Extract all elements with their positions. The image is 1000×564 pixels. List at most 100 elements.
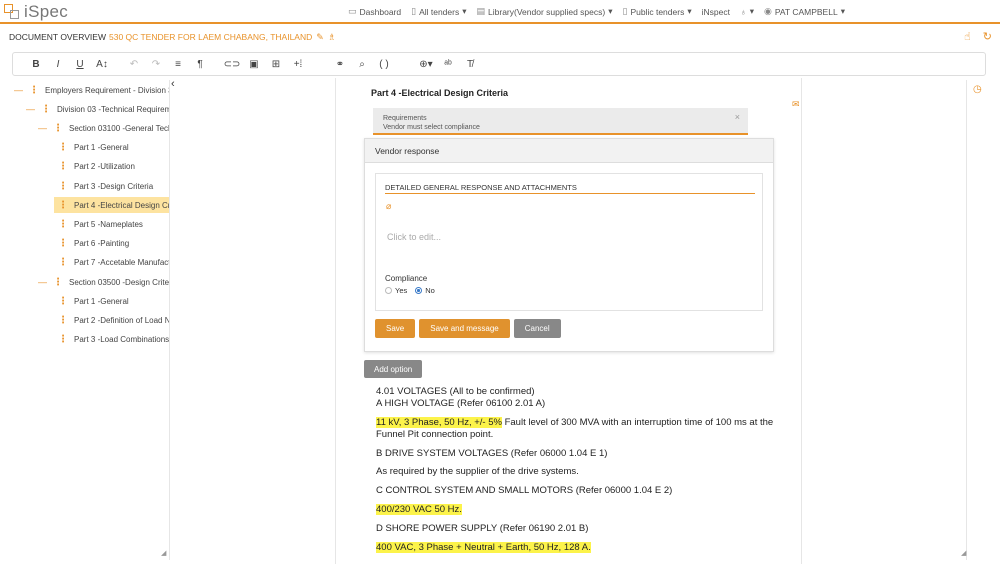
tree-item[interactable]: ⋮ Part 6 -Painting — [58, 236, 129, 252]
font-size-button[interactable]: A↕ — [91, 59, 113, 70]
caret-down-icon: ▾ — [749, 6, 754, 16]
nav-notifications[interactable]: ♁ ▾ — [740, 6, 754, 17]
file-icon: ▯ — [411, 6, 417, 16]
nav-user-menu[interactable]: ◉ PAT CAMPBELL ▾ — [764, 6, 845, 17]
nav-library[interactable]: ▤ Library(Vendor supplied specs) ▾ — [477, 6, 613, 17]
tree-item-label: Part 4 -Electrical Design Criteria — [74, 200, 170, 210]
radio-yes-circle[interactable] — [385, 287, 392, 294]
bold-button[interactable]: B — [25, 59, 47, 70]
drag-handle-icon[interactable]: ⋮ — [53, 277, 63, 288]
undo-button[interactable]: ↶ — [123, 59, 145, 70]
nav-all-tenders[interactable]: ▯ All tenders ▾ — [411, 6, 466, 17]
tree-item[interactable]: — ⋮ Section 03500 -Design Criteria — [38, 274, 170, 290]
nav-public-tenders[interactable]: ▯ Public tenders ▾ — [623, 6, 692, 17]
tree-item-label: Section 03500 -Design Criteria — [69, 277, 170, 287]
save-and-message-button[interactable]: Save and message — [419, 319, 510, 338]
save-button[interactable]: Save — [375, 319, 416, 338]
tree-item-label: Section 03100 -General Technical — [69, 123, 169, 133]
resize-handle-icon[interactable]: ◢ — [961, 549, 966, 557]
tree-item[interactable]: ⋮ Part 5 -Nameplates — [58, 216, 143, 232]
drag-handle-icon[interactable]: ⋮ — [58, 161, 68, 172]
collapse-toggle-icon[interactable]: — — [26, 104, 35, 114]
collapse-toggle-icon[interactable]: — — [38, 277, 47, 287]
highlighted-text: 400/230 VAC 50 Hz. — [376, 504, 462, 516]
clock-icon[interactable]: ◷ — [973, 84, 982, 95]
tree-item[interactable]: ⋮ Part 3 -Design Criteria — [58, 178, 153, 194]
drag-handle-icon[interactable]: ⋮ — [58, 296, 68, 307]
collapse-tree-icon[interactable]: ‹ — [171, 78, 175, 90]
tree-item[interactable]: — ⋮ Division 03 -Technical Requirements — [26, 101, 169, 117]
requirements-note: Vendor must select compliance — [383, 124, 480, 132]
hyperlink-icon[interactable]: ⚭ — [329, 59, 351, 70]
drag-handle-icon[interactable]: ⋮ — [58, 257, 68, 268]
add-option-button[interactable]: Add option — [364, 360, 423, 378]
tree-item[interactable]: — ⋮ Section 03100 -General Technical — [38, 120, 169, 136]
tree-item[interactable]: ⋮ Part 4 -Electrical Design Criteria — [54, 197, 170, 214]
paragraph-button[interactable]: ¶ — [189, 59, 211, 70]
cancel-button[interactable]: Cancel — [513, 319, 561, 338]
image-button[interactable]: ▣ — [243, 59, 265, 70]
part-title: Part 4 -Electrical Design Criteria — [371, 88, 509, 98]
nav-inspect[interactable]: iNspect — [702, 6, 730, 17]
spellcheck-button[interactable]: ᵃᵇ — [437, 59, 459, 70]
collapse-toggle-icon[interactable]: — — [38, 123, 47, 133]
drag-handle-icon[interactable]: ⋮ — [58, 315, 68, 326]
tree-item[interactable]: — ⋮ Employers Requirement - Division 3 - — [14, 82, 170, 98]
radio-no-circle[interactable] — [415, 287, 423, 294]
tree-item[interactable]: ⋮ Part 1 -General — [58, 293, 129, 309]
code-view-button[interactable]: ( ) — [373, 59, 395, 70]
thumbs-up-icon[interactable]: ☝ — [964, 30, 971, 43]
drag-handle-icon[interactable]: ⋮ — [58, 219, 68, 230]
tree-item-label: Part 7 -Accetable Manufacturers — [74, 258, 169, 268]
spec-paragraph: B DRIVE SYSTEM VOLTAGES (Refer 06000 1.0… — [376, 447, 608, 459]
refresh-icon[interactable]: ↻ — [983, 30, 992, 43]
edit-icon[interactable]: ✎ — [316, 32, 324, 43]
caret-down-icon: ▾ — [840, 6, 845, 16]
person-walking-icon[interactable]: ♗ — [328, 32, 336, 43]
drag-handle-icon[interactable]: ⋮ — [41, 104, 51, 115]
app-logo[interactable]: iSpec — [4, 2, 68, 22]
tree-item[interactable]: ⋮ Part 1 -General — [58, 140, 129, 156]
paperclip-icon[interactable]: ⌀ — [386, 201, 391, 212]
tree-item[interactable]: ⋮ Part 3 -Load Combinations — [58, 332, 169, 348]
content-column: Part 4 -Electrical Design Criteria Requi… — [335, 78, 802, 564]
drag-handle-icon[interactable]: ⋮ — [58, 200, 68, 211]
envelope-icon[interactable]: ✉ — [792, 99, 800, 110]
collapse-toggle-icon[interactable]: — — [14, 85, 23, 95]
drag-handle-icon[interactable]: ⋮ — [58, 238, 68, 249]
dashboard-icon: ▭ — [348, 6, 357, 16]
tree-item[interactable]: ⋮ Part 7 -Accetable Manufacturers — [58, 255, 169, 271]
compliance-no-radio[interactable]: No — [415, 286, 435, 295]
specification-text[interactable]: 4.01 VOLTAGES (All to be confirmed) A HIG… — [376, 386, 786, 561]
link-button[interactable]: ⊂⊃ — [221, 59, 243, 70]
italic-button[interactable]: I — [47, 59, 69, 70]
tender-name-link[interactable]: 530 QC TENDER FOR LAEM CHABANG, THAILAND — [109, 32, 312, 42]
highlighted-text: 400 VAC, 3 Phase + Neutral + Earth, 50 H… — [376, 541, 591, 553]
table-button[interactable]: ⊞ — [265, 59, 287, 70]
drag-handle-icon[interactable]: ⋮ — [53, 123, 63, 134]
caret-down-icon: ▾ — [462, 6, 467, 16]
tree-item-label: Employers Requirement - Division 3 - — [45, 85, 170, 95]
insert-button[interactable]: +⁞ — [287, 59, 309, 70]
close-icon[interactable]: × — [735, 112, 740, 124]
redo-button[interactable]: ↷ — [145, 59, 167, 70]
response-text-editor[interactable]: Click to edit... — [387, 232, 441, 242]
underline-button[interactable]: U — [69, 59, 91, 70]
resize-handle-icon[interactable]: ◢ — [161, 549, 166, 557]
drag-handle-icon[interactable]: ⋮ — [58, 142, 68, 153]
clear-format-button[interactable]: T̸ — [459, 59, 481, 70]
drag-handle-icon[interactable]: ⋮ — [58, 334, 68, 345]
search-icon[interactable]: ⌕ — [351, 59, 373, 70]
nav-dashboard[interactable]: ▭ Dashboard — [348, 6, 401, 17]
tree-item-label: Part 6 -Painting — [74, 239, 130, 249]
document-overview-label: DOCUMENT OVERVIEW — [9, 32, 106, 42]
compliance-label: Compliance — [385, 274, 428, 283]
caret-down-icon: ▾ — [687, 6, 692, 16]
align-button[interactable]: ≡ — [167, 59, 189, 70]
drag-handle-icon[interactable]: ⋮ — [29, 85, 39, 96]
zoom-button[interactable]: ⊕▾ — [415, 59, 437, 70]
compliance-yes-radio[interactable]: Yes — [385, 286, 407, 295]
tree-item[interactable]: ⋮ Part 2 -Definition of Load Names — [58, 312, 169, 328]
drag-handle-icon[interactable]: ⋮ — [58, 181, 68, 192]
tree-item[interactable]: ⋮ Part 2 -Utilization — [58, 159, 135, 175]
